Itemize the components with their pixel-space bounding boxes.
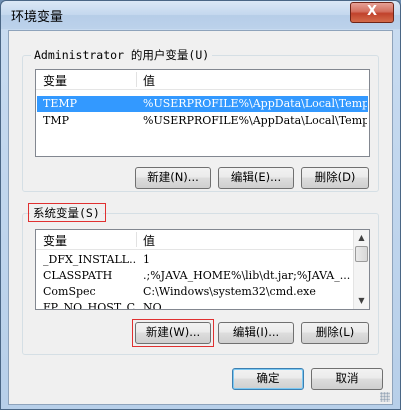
scrollbar-thumb[interactable] xyxy=(355,246,368,262)
column-header-value[interactable]: 值 xyxy=(143,72,155,89)
variable-name: CLASSPATH xyxy=(43,269,113,282)
list-item[interactable]: TEMP %USERPROFILE%\AppData\Local\Temp xyxy=(37,96,368,112)
column-header-variable[interactable]: 变量 xyxy=(43,232,67,249)
list-item[interactable]: TMP %USERPROFILE%\AppData\Local\Temp xyxy=(37,113,368,129)
system-delete-button[interactable]: 删除(L) xyxy=(301,322,369,344)
variable-name: ComSpec xyxy=(43,285,96,298)
column-header-value[interactable]: 值 xyxy=(143,232,155,249)
variable-value: %USERPROFILE%\AppData\Local\Temp xyxy=(143,114,367,127)
variable-name: TMP xyxy=(43,114,70,127)
variable-value: 1 xyxy=(143,253,150,266)
column-divider[interactable] xyxy=(136,232,137,247)
column-header-variable[interactable]: 变量 xyxy=(43,72,67,89)
variable-name: _DFX_INSTALL... xyxy=(43,253,136,266)
user-edit-button[interactable]: 编辑(E)... xyxy=(218,167,294,189)
list-item[interactable]: CLASSPATH .;%JAVA_HOME%\lib\dt.jar;%JAVA… xyxy=(37,268,353,284)
variable-value: C:\Windows\system32\cmd.exe xyxy=(143,285,316,298)
scroll-down-icon[interactable]: ▼ xyxy=(354,293,369,308)
list-item[interactable]: FP_NO_HOST_C... NO xyxy=(37,300,353,310)
window-title: 环境变量 xyxy=(11,10,64,25)
list-header: 变量 值 xyxy=(36,230,353,250)
resize-grip-icon[interactable] xyxy=(380,392,390,402)
system-variables-list[interactable]: 变量 值 _DFX_INSTALL... 1 CLASSPATH .;%JAVA… xyxy=(35,229,370,310)
user-delete-button[interactable]: 删除(D) xyxy=(301,167,369,189)
variable-name: FP_NO_HOST_C... xyxy=(43,301,136,310)
list-header: 变量 值 xyxy=(36,70,369,90)
title-bar[interactable]: 环境变量 X xyxy=(1,1,400,29)
scroll-up-icon[interactable]: ▲ xyxy=(354,230,369,245)
list-item[interactable]: ComSpec C:\Windows\system32\cmd.exe xyxy=(37,284,353,300)
system-new-button[interactable]: 新建(W)... xyxy=(135,322,211,344)
close-button[interactable]: X xyxy=(350,2,394,23)
ok-button[interactable]: 确定 xyxy=(232,368,304,390)
close-icon: X xyxy=(366,4,378,19)
dialog-client-area: Administrator 的用户变量(U) 变量 值 TEMP %USERPR… xyxy=(8,30,393,405)
variable-value: .;%JAVA_HOME%\lib\dt.jar;%JAVA_... xyxy=(143,269,351,282)
variable-name: TEMP xyxy=(43,97,78,110)
user-variables-label: Administrator 的用户变量(U) xyxy=(31,47,213,63)
user-new-button[interactable]: 新建(N)... xyxy=(135,167,211,189)
variable-value: NO xyxy=(143,301,162,310)
variable-value: %USERPROFILE%\AppData\Local\Temp xyxy=(143,97,367,110)
user-variables-list[interactable]: 变量 值 TEMP %USERPROFILE%\AppData\Local\Te… xyxy=(35,69,370,157)
environment-variables-window: 环境变量 X Administrator 的用户变量(U) 变量 值 TEMP … xyxy=(0,0,401,410)
system-edit-button[interactable]: 编辑(I)... xyxy=(218,322,294,344)
system-variables-highlight xyxy=(28,203,106,222)
vertical-scrollbar[interactable]: ▲ ▼ xyxy=(353,230,369,309)
cancel-button[interactable]: 取消 xyxy=(311,368,383,390)
list-item[interactable]: _DFX_INSTALL... 1 xyxy=(37,252,353,268)
column-divider[interactable] xyxy=(136,72,137,87)
